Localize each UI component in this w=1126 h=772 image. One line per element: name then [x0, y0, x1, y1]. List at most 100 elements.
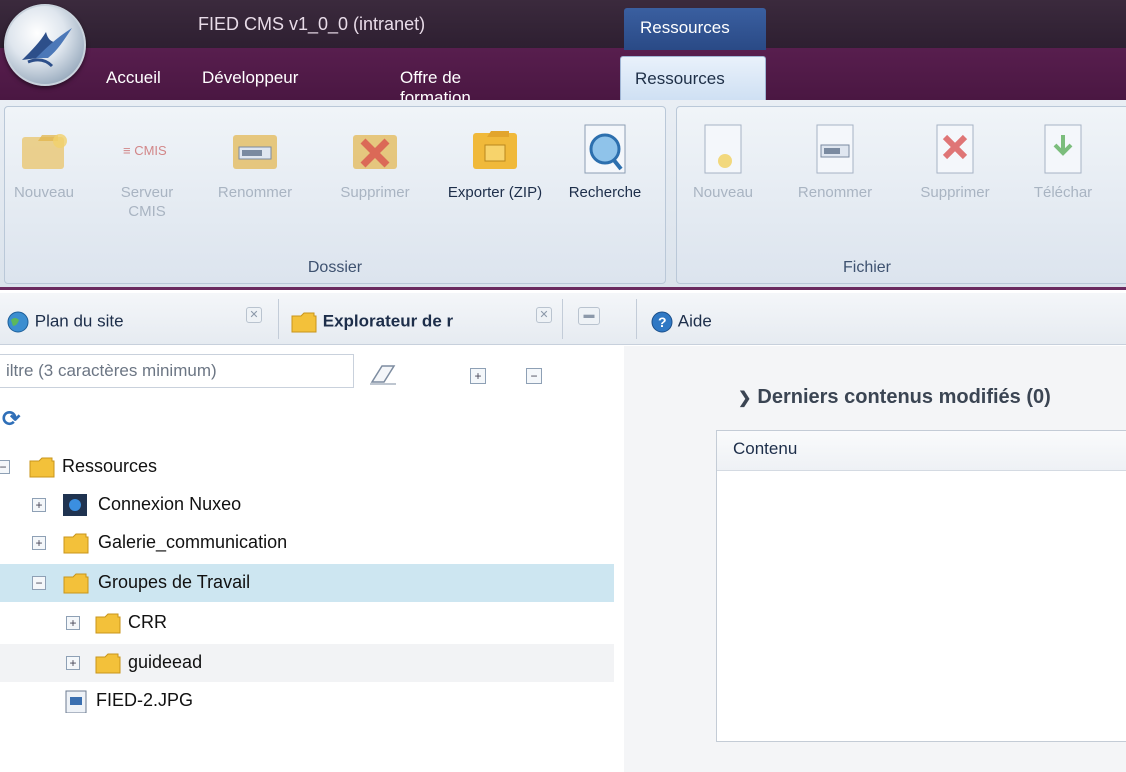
dossier-nouveau-label: Nouveau [13, 184, 75, 201]
dossier-supprimer-label: Supprimer [340, 184, 410, 201]
recherche-label: Recherche [568, 184, 642, 201]
panel-tabs: Plan du site ✕ Explorateur de r ✕ ▬ ? Ai… [0, 293, 1126, 345]
expand-icon[interactable]: + [66, 616, 80, 630]
bird-logo-icon [22, 28, 72, 68]
column-header-contenu[interactable]: Contenu [717, 431, 1126, 471]
folder-icon [63, 533, 89, 554]
search-icon [577, 121, 633, 177]
dossier-renommer-label: Renommer [217, 184, 293, 201]
fichier-nouveau-button[interactable]: Nouveau [683, 121, 763, 202]
fichier-nouveau-label: Nouveau [692, 184, 754, 201]
ribbon-group-fichier: Nouveau Renommer Supprimer Téléchar Fich… [676, 106, 1126, 284]
ribbon: Nouveau ≡ CMIS Serveur CMIS Renommer Sup… [0, 100, 1126, 290]
serveur-cmis-label: Serveur CMIS [120, 184, 174, 220]
chevron-right-icon: ❯ [738, 390, 752, 407]
recent-contents-label: Derniers contenus modifiés (0) [757, 386, 1051, 408]
help-icon: ? [651, 311, 673, 333]
fichier-supprimer-label: Supprimer [920, 184, 990, 201]
tree-node-label: Ressources [62, 456, 158, 476]
ribbon-group-dossier-label: Dossier [307, 259, 363, 276]
fichier-supprimer-button[interactable]: Supprimer [909, 121, 1001, 202]
expand-icon[interactable]: + [32, 498, 46, 512]
fichier-telecharger-button[interactable]: Téléchar [1023, 121, 1103, 202]
recent-contents-title[interactable]: ❯ Derniers contenus modifiés (0) [738, 386, 1051, 409]
tree-node-connexion-nuxeo[interactable]: + Connexion Nuxeo [0, 486, 614, 524]
tab-explorateur[interactable]: Explorateur de r [290, 301, 453, 339]
fichier-renommer-button[interactable]: Renommer [785, 121, 885, 202]
tab-offre-de-formation[interactable]: Offre de formation [400, 56, 471, 107]
close-plan-du-site-icon[interactable]: ✕ [246, 307, 262, 323]
tab-separator [636, 299, 637, 339]
tree-node-label: Groupes de Travail [98, 572, 251, 592]
tree-node-fied-2-jpg[interactable]: FIED-2.JPG [0, 682, 614, 720]
tab-ressources[interactable]: Ressources [620, 56, 766, 100]
serveur-cmis-button[interactable]: ≡ CMIS Serveur CMIS [111, 121, 183, 221]
refresh-icon[interactable]: ⟳ [2, 406, 20, 432]
collapse-icon[interactable]: − [32, 576, 46, 590]
folder-delete-icon [347, 121, 403, 177]
recent-contents-grid: Contenu [716, 430, 1126, 742]
tree-node-label: guideead [128, 652, 203, 672]
tab-plan-du-site-label: Plan du site [34, 311, 124, 331]
title-strip [0, 0, 1126, 48]
folder-icon [95, 653, 121, 674]
cmis-icon: ≡ CMIS [119, 121, 175, 177]
close-explorateur-icon[interactable]: ✕ [536, 307, 552, 323]
file-new-icon [695, 121, 751, 177]
folder-export-icon [467, 121, 523, 177]
tree-node-label: Galerie_communication [98, 532, 288, 552]
tab-plan-du-site[interactable]: Plan du site [6, 301, 124, 339]
folder-new-icon [16, 121, 72, 177]
collapse-icon[interactable]: − [0, 460, 10, 474]
fichier-renommer-label: Renommer [797, 184, 873, 201]
app-title: FIED CMS v1_0_0 (intranet) [198, 14, 426, 34]
filter-input[interactable]: iltre (3 caractères minimum) [0, 354, 354, 388]
svg-text:≡ CMIS: ≡ CMIS [123, 143, 167, 158]
explorer-panel: iltre (3 caractères minimum) + − ⟳ − Res… [0, 346, 624, 772]
tab-aide[interactable]: ? Aide [650, 301, 712, 339]
file-delete-icon [927, 121, 983, 177]
expand-icon[interactable]: + [32, 536, 46, 550]
globe-icon [7, 311, 29, 333]
tree-node-label: CRR [128, 612, 167, 632]
folder-icon [29, 457, 55, 478]
folder-rename-icon [227, 121, 283, 177]
nuxeo-icon [63, 494, 87, 516]
image-file-icon [65, 690, 87, 713]
recherche-button[interactable]: Recherche [549, 121, 661, 202]
dossier-renommer-button[interactable]: Renommer [203, 121, 307, 202]
ribbon-group-fichier-label: Fichier [842, 259, 891, 276]
tree-node-groupes-de-travail[interactable]: − Groupes de Travail [0, 564, 614, 602]
tab-accueil[interactable]: Accueil [106, 56, 161, 100]
context-tab-ressources: Ressources [624, 8, 766, 50]
folder-icon [63, 573, 89, 594]
tree-node-crr[interactable]: + CRR [0, 604, 614, 642]
tree-node-label: Connexion Nuxeo [98, 494, 242, 514]
fichier-telecharger-label: Téléchar [1033, 184, 1093, 201]
folder-icon [291, 312, 317, 333]
expand-icon[interactable]: + [66, 656, 80, 670]
exporter-zip-button[interactable]: Exporter (ZIP) [445, 121, 545, 202]
folder-icon [95, 613, 121, 634]
tree-node-ressources[interactable]: − Ressources [0, 448, 614, 486]
expand-all-icon[interactable]: + [470, 368, 486, 384]
tab-explorateur-label: Explorateur de r [322, 311, 454, 331]
dossier-nouveau-button[interactable]: Nouveau [13, 121, 75, 202]
svg-text:?: ? [658, 314, 667, 330]
content-panel: ❯ Derniers contenus modifiés (0) Contenu [624, 346, 1126, 772]
tree-node-galerie-communication[interactable]: + Galerie_communication [0, 524, 614, 562]
title-bar: FIED CMS v1_0_0 (intranet) Ressources Ac… [0, 0, 1126, 107]
file-rename-icon [807, 121, 863, 177]
tab-developpeur[interactable]: Développeur [202, 56, 298, 100]
minimize-panel-icon[interactable]: ▬ [578, 307, 600, 325]
tree-node-guideead[interactable]: + guideead [0, 644, 614, 682]
clear-filter-icon[interactable] [368, 362, 398, 386]
exporter-zip-label: Exporter (ZIP) [447, 184, 543, 201]
tab-separator [278, 299, 279, 339]
tree-node-label: FIED-2.JPG [96, 690, 194, 710]
tab-aide-label: Aide [677, 311, 712, 331]
collapse-all-icon[interactable]: − [526, 368, 542, 384]
dossier-supprimer-button[interactable]: Supprimer [331, 121, 419, 202]
application-menu-button[interactable] [4, 4, 86, 86]
file-download-icon [1035, 121, 1091, 177]
